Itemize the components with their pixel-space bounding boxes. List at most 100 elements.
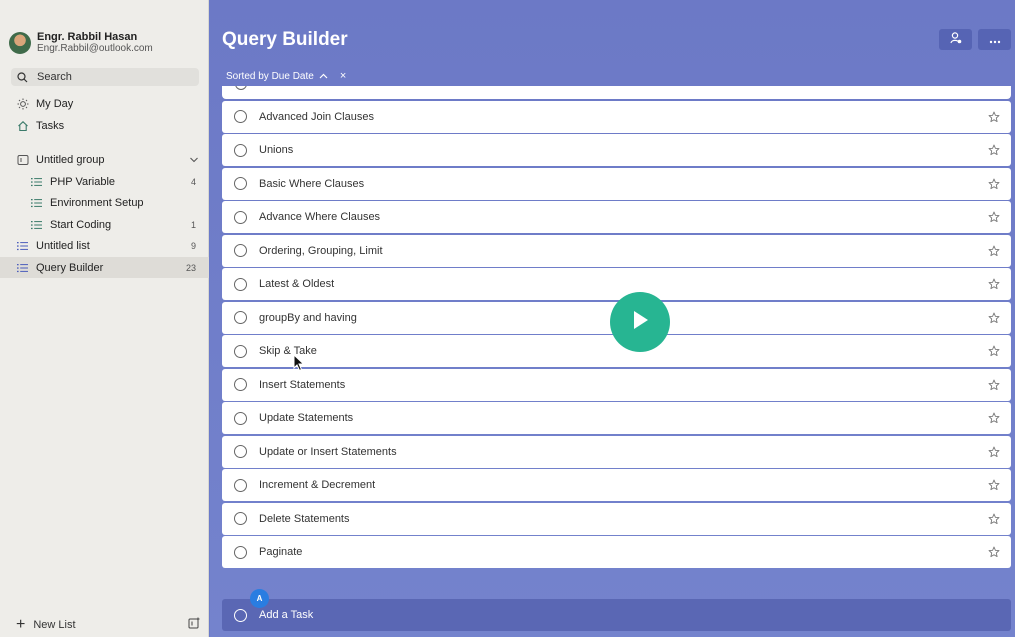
share-person-icon bbox=[949, 31, 963, 48]
sun-icon bbox=[16, 98, 30, 110]
checkbox-icon[interactable] bbox=[234, 277, 247, 291]
user-profile[interactable]: Engr. Rabbil Hasan Engr.Rabbil@outlook.c… bbox=[9, 31, 153, 55]
star-icon[interactable] bbox=[988, 312, 1000, 324]
more-horizontal-icon bbox=[989, 33, 1001, 47]
checkbox-icon[interactable] bbox=[234, 311, 247, 324]
star-icon[interactable] bbox=[988, 412, 1000, 424]
item-count: 1 bbox=[190, 219, 196, 230]
task-row[interactable]: Latest & Oldest bbox=[222, 268, 1011, 300]
search-icon bbox=[17, 71, 28, 83]
star-icon[interactable] bbox=[988, 111, 1000, 123]
item-count: 23 bbox=[185, 262, 196, 273]
sidebar-item-label: Untitled group bbox=[36, 153, 105, 166]
task-row[interactable]: Unions bbox=[222, 134, 1011, 166]
star-icon[interactable] bbox=[988, 278, 1000, 290]
sidebar-item-php-variable[interactable]: PHP Variable 4 bbox=[0, 171, 209, 192]
list-icon bbox=[30, 220, 44, 230]
task-row[interactable]: Basic Where Clauses bbox=[222, 167, 1011, 200]
list-icon bbox=[30, 177, 44, 187]
user-name: Engr. Rabbil Hasan bbox=[37, 31, 138, 43]
checkbox-icon[interactable] bbox=[234, 210, 247, 224]
new-list-label: New List bbox=[33, 618, 76, 631]
task-row[interactable]: Advance Where Clauses bbox=[222, 201, 1011, 233]
checkbox-icon[interactable] bbox=[234, 478, 247, 492]
checkbox-icon[interactable] bbox=[235, 86, 247, 90]
task-row[interactable]: Delete Statements bbox=[222, 502, 1011, 535]
sidebar-item-my-day[interactable]: My Day bbox=[0, 93, 209, 114]
item-count: 4 bbox=[190, 176, 196, 187]
sidebar-item-label: PHP Variable bbox=[50, 175, 116, 188]
task-row[interactable]: Advanced Join Clauses bbox=[222, 100, 1011, 133]
search-input[interactable]: Search bbox=[11, 68, 199, 86]
star-icon[interactable] bbox=[988, 144, 1000, 156]
sidebar-item-start-coding[interactable]: Start Coding 1 bbox=[0, 214, 209, 235]
checkbox-icon[interactable] bbox=[234, 411, 247, 425]
task-title: Update Statements bbox=[259, 412, 354, 424]
checkbox-icon[interactable] bbox=[234, 344, 247, 358]
add-task-input[interactable]: Add a Task bbox=[222, 599, 1011, 631]
task-row[interactable]: Increment & Decrement bbox=[222, 469, 1011, 501]
star-icon[interactable] bbox=[988, 245, 1000, 257]
more-options-button[interactable] bbox=[978, 29, 1011, 50]
sidebar-item-tasks[interactable]: Tasks bbox=[0, 115, 209, 136]
sort-indicator[interactable]: Sorted by Due Date × bbox=[226, 70, 346, 82]
share-button[interactable] bbox=[939, 29, 972, 50]
task-row[interactable]: Ordering, Grouping, Limit bbox=[222, 234, 1011, 267]
task-row-partial bbox=[222, 86, 1011, 99]
star-icon[interactable] bbox=[988, 446, 1000, 458]
task-row[interactable]: Paginate bbox=[222, 536, 1011, 568]
home-icon bbox=[16, 120, 30, 132]
task-title: Advance Where Clauses bbox=[259, 211, 381, 223]
task-title: Unions bbox=[259, 144, 294, 156]
task-title: Advanced Join Clauses bbox=[259, 110, 374, 123]
star-icon[interactable] bbox=[988, 345, 1000, 357]
sidebar-group-untitled[interactable]: Untitled group bbox=[0, 149, 209, 170]
checkbox-icon[interactable] bbox=[234, 545, 247, 559]
clear-sort-button[interactable]: × bbox=[340, 70, 346, 82]
list-icon bbox=[30, 198, 44, 208]
task-row[interactable]: Update Statements bbox=[222, 402, 1011, 434]
sidebar-item-untitled-list[interactable]: Untitled list 9 bbox=[0, 235, 209, 256]
task-title: Latest & Oldest bbox=[259, 278, 335, 290]
sidebar-item-label: Start Coding bbox=[50, 218, 112, 231]
star-icon[interactable] bbox=[988, 546, 1000, 558]
user-email: Engr.Rabbil@outlook.com bbox=[37, 43, 153, 54]
task-row[interactable]: Insert Statements bbox=[222, 368, 1011, 401]
checkbox-icon[interactable] bbox=[234, 378, 247, 391]
checkbox-icon[interactable] bbox=[234, 244, 247, 257]
new-group-icon[interactable] bbox=[188, 617, 200, 632]
sidebar-item-query-builder[interactable]: Query Builder 23 bbox=[0, 257, 209, 278]
sidebar-item-label: Untitled list bbox=[36, 239, 90, 252]
sidebar-item-label: My Day bbox=[36, 97, 74, 110]
avatar[interactable] bbox=[9, 32, 31, 54]
new-list-button[interactable]: + New List bbox=[16, 615, 200, 633]
star-icon[interactable] bbox=[988, 211, 1000, 223]
plus-icon: + bbox=[16, 615, 26, 633]
group-icon bbox=[16, 154, 30, 166]
star-icon[interactable] bbox=[988, 479, 1000, 491]
checkbox-icon[interactable] bbox=[234, 512, 247, 525]
checkbox-icon[interactable] bbox=[234, 445, 247, 458]
mouse-cursor-icon bbox=[293, 353, 305, 377]
add-task-label: Add a Task bbox=[259, 609, 314, 621]
star-icon[interactable] bbox=[988, 178, 1000, 190]
checkbox-icon[interactable] bbox=[234, 110, 247, 123]
sidebar-item-label: Tasks bbox=[36, 119, 65, 132]
checkbox-icon[interactable] bbox=[234, 177, 247, 190]
keyboard-shortcut-badge: A bbox=[250, 589, 269, 608]
chevron-down-icon[interactable] bbox=[189, 156, 199, 164]
sort-label: Sorted by Due Date bbox=[226, 70, 314, 82]
search-label: Search bbox=[37, 71, 72, 83]
list-icon bbox=[16, 263, 30, 273]
checkbox-icon[interactable] bbox=[234, 143, 247, 157]
chevron-up-icon[interactable] bbox=[319, 71, 328, 82]
task-title: Basic Where Clauses bbox=[259, 177, 365, 190]
play-button[interactable] bbox=[610, 292, 670, 352]
page-title: Query Builder bbox=[222, 29, 348, 50]
sidebar-item-label: Environment Setup bbox=[50, 196, 144, 209]
star-icon[interactable] bbox=[988, 513, 1000, 525]
sidebar-item-environment-setup[interactable]: Environment Setup bbox=[0, 192, 209, 213]
task-title: Paginate bbox=[259, 546, 303, 558]
star-icon[interactable] bbox=[988, 379, 1000, 391]
task-row[interactable]: Update or Insert Statements bbox=[222, 435, 1011, 468]
